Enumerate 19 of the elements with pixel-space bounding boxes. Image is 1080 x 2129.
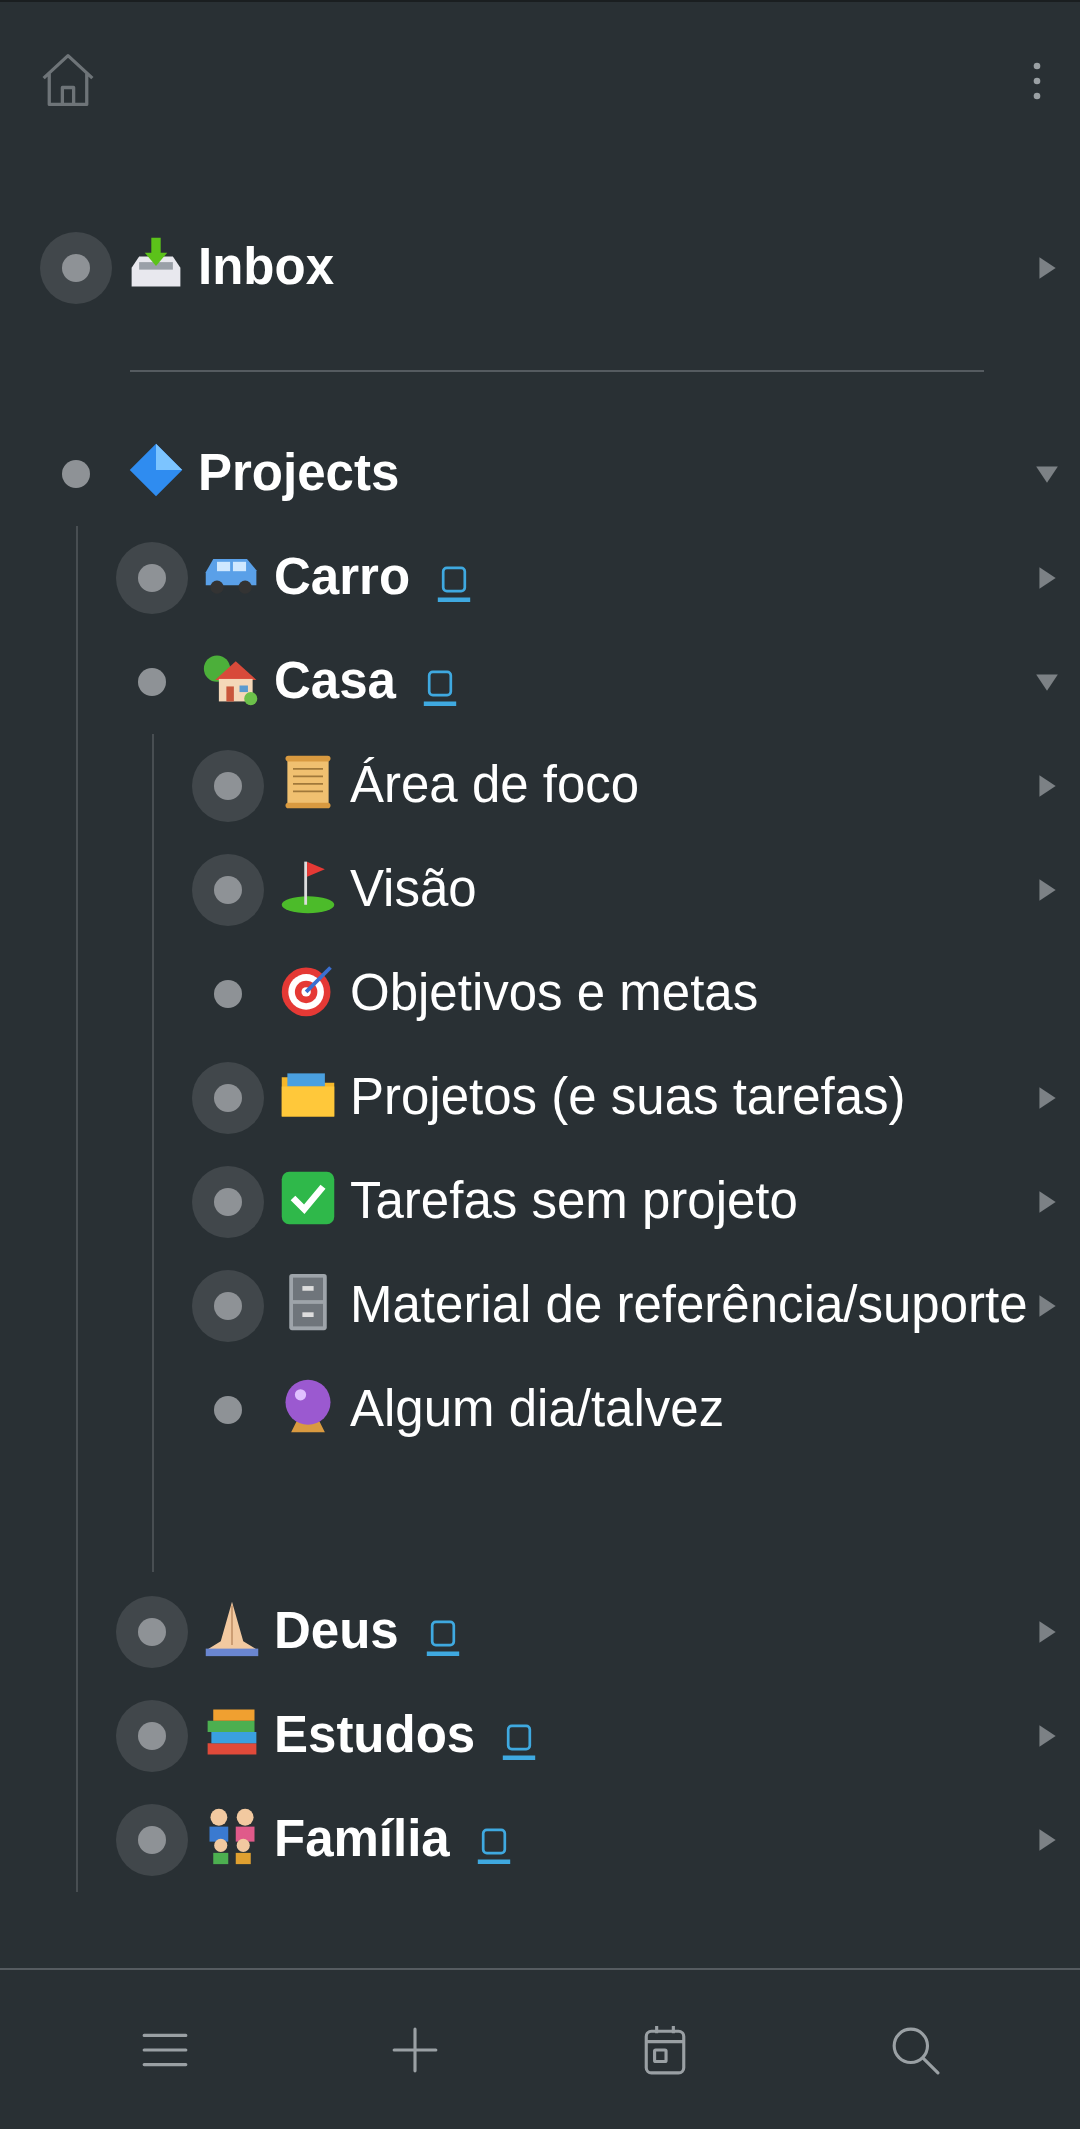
item-title: Projetos (e suas tarefas) [350,1068,906,1125]
item-title: Carro [274,548,411,605]
link-icon[interactable] [421,668,458,708]
item-title: Algum dia/talvez [350,1380,725,1437]
link-icon[interactable] [501,1722,538,1762]
link-icon[interactable] [436,564,473,604]
item-title: Casa [274,652,396,709]
item-title: Tarefas sem projeto [350,1172,798,1229]
item-title: Deus [274,1602,399,1659]
link-icon[interactable] [424,1618,461,1658]
item-title: Projects [198,444,400,501]
link-icon[interactable] [475,1826,512,1866]
item-title: Visão [350,860,477,917]
item-title: Objetivos e metas [350,964,759,1021]
item-title: Família [274,1810,450,1867]
item-title: Material de referência/suporte [350,1276,1028,1333]
item-title: Estudos [274,1706,476,1763]
item-title: Inbox [198,238,334,295]
item-title: Área de foco [350,756,640,813]
